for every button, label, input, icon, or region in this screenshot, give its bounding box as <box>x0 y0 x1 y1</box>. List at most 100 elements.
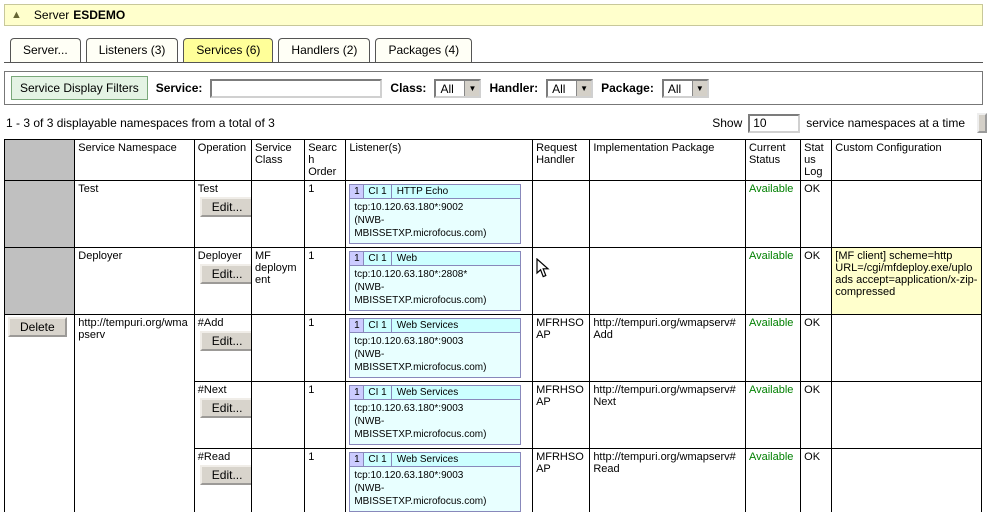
listener-host: (NWB-MBISSETXP.microfocus.com) <box>354 281 516 307</box>
class-filter-label: Class: <box>390 81 426 95</box>
tab-listeners[interactable]: Listeners (3) <box>86 38 179 62</box>
search-order-cell: 1 <box>305 248 346 315</box>
dropdown-arrow-icon: ▼ <box>464 81 479 96</box>
listener-address: tcp:10.120.63.180*:9003 <box>354 402 516 415</box>
current-status-cell: Available <box>745 181 800 248</box>
tab-services[interactable]: Services (6) <box>183 38 273 62</box>
listener-header: 1 CI 1 Web <box>350 252 520 266</box>
listener-name: Web Services <box>392 453 521 466</box>
listeners-cell: 1 CI 1 Web Services tcp:10.120.63.180*:9… <box>346 315 533 382</box>
listener-box: 1 CI 1 Web tcp:10.120.63.180*:2808* (NWB… <box>349 251 521 311</box>
handler-select[interactable]: All ▼ <box>546 79 593 98</box>
service-class-cell <box>251 449 304 512</box>
class-select[interactable]: All ▼ <box>434 79 481 98</box>
custom-config-cell <box>832 449 982 512</box>
current-status-cell: Available <box>745 382 800 449</box>
header-custom-configuration: Custom Configuration <box>832 140 982 181</box>
header-current-status: Current Status <box>745 140 800 181</box>
action-cell: Delete <box>5 315 75 512</box>
search-order-cell: 1 <box>305 449 346 512</box>
listener-conn: CI 1 <box>364 185 391 198</box>
custom-config-cell <box>832 382 982 449</box>
listener-number: 1 <box>350 453 364 466</box>
show-suffix-label: service namespaces at a time <box>806 116 965 130</box>
current-status-cell: Available <box>745 248 800 315</box>
handler-select-value: All <box>548 81 576 96</box>
status-log-cell: OK <box>801 382 832 449</box>
listener-detail: tcp:10.120.63.180*:9003 (NWB-MBISSETXP.m… <box>350 333 520 377</box>
service-filter-label: Service: <box>156 81 203 95</box>
listener-box: 1 CI 1 Web Services tcp:10.120.63.180*:9… <box>349 385 521 445</box>
current-status-cell: Available <box>745 449 800 512</box>
tab-packages[interactable]: Packages (4) <box>375 38 472 62</box>
listener-name: Web Services <box>392 386 521 399</box>
operation-label: #Read <box>198 451 248 463</box>
header-operation: Operation <box>194 140 251 181</box>
service-class-cell <box>251 181 304 248</box>
search-order-cell: 1 <box>305 315 346 382</box>
cut-off-button[interactable] <box>977 113 987 133</box>
listener-box: 1 CI 1 HTTP Echo tcp:10.120.63.180*:9002… <box>349 184 521 244</box>
listener-number: 1 <box>350 386 364 399</box>
service-filter-input[interactable] <box>210 79 382 98</box>
status-log-cell: OK <box>801 315 832 382</box>
request-handler-cell <box>533 248 590 315</box>
header-action <box>5 140 75 181</box>
listener-address: tcp:10.120.63.180*:9003 <box>354 469 516 482</box>
request-handler-cell <box>533 181 590 248</box>
listeners-cell: 1 CI 1 Web Services tcp:10.120.63.180*:9… <box>346 449 533 512</box>
class-select-value: All <box>436 81 464 96</box>
listeners-cell: 1 CI 1 Web Services tcp:10.120.63.180*:9… <box>346 382 533 449</box>
collapse-triangle-icon[interactable]: ▲ <box>11 10 22 21</box>
action-cell <box>5 248 75 315</box>
table-row-wmap-add: Delete http://tempuri.org/wmapserv #Add … <box>5 315 982 382</box>
tab-handlers[interactable]: Handlers (2) <box>278 38 370 62</box>
header-service-class: Service Class <box>251 140 304 181</box>
delete-button[interactable]: Delete <box>8 317 67 337</box>
edit-button[interactable]: Edit... <box>200 465 252 485</box>
listener-header: 1 CI 1 Web Services <box>350 319 520 333</box>
listener-name: Web <box>392 252 521 265</box>
services-table: Service Namespace Operation Service Clas… <box>4 139 982 512</box>
edit-button[interactable]: Edit... <box>200 264 252 284</box>
request-handler-cell: MFRHSOAP <box>533 315 590 382</box>
table-row-test: Test Test Edit... 1 1 CI 1 HTTP Echo <box>5 181 982 248</box>
listener-address: tcp:10.120.63.180*:2808* <box>354 268 516 281</box>
listener-header: 1 CI 1 HTTP Echo <box>350 185 520 199</box>
listener-name: Web Services <box>392 319 521 332</box>
show-controls: Show service namespaces at a time <box>712 113 981 133</box>
operation-label: Deployer <box>198 250 248 262</box>
listeners-cell: 1 CI 1 HTTP Echo tcp:10.120.63.180*:9002… <box>346 181 533 248</box>
implementation-cell <box>590 248 746 315</box>
header-service-namespace: Service Namespace <box>75 140 194 181</box>
listener-number: 1 <box>350 185 364 198</box>
listener-host: (NWB-MBISSETXP.microfocus.com) <box>354 482 516 508</box>
header-request-handler: Request Handler <box>533 140 590 181</box>
edit-button[interactable]: Edit... <box>200 398 252 418</box>
namespace-cell: Deployer <box>75 248 194 315</box>
namespace-cell: http://tempuri.org/wmapserv <box>75 315 194 512</box>
listener-host: (NWB-MBISSETXP.microfocus.com) <box>354 348 516 374</box>
show-count-input[interactable] <box>748 114 800 133</box>
request-handler-cell: MFRHSOAP <box>533 449 590 512</box>
operation-cell: #Next Edit... <box>194 382 251 449</box>
service-class-cell: MF deployment <box>251 248 304 315</box>
tab-server[interactable]: Server... <box>10 38 81 62</box>
status-log-cell: OK <box>801 248 832 315</box>
listener-conn: CI 1 <box>364 386 391 399</box>
listener-address: tcp:10.120.63.180*:9002 <box>354 201 516 214</box>
listener-detail: tcp:10.120.63.180*:9003 (NWB-MBISSETXP.m… <box>350 467 520 511</box>
edit-button[interactable]: Edit... <box>200 331 252 351</box>
handler-filter-label: Handler: <box>489 81 538 95</box>
listener-name: HTTP Echo <box>392 185 521 198</box>
listener-host: (NWB-MBISSETXP.microfocus.com) <box>354 214 516 240</box>
server-header-bar: ▲ ServerESDEMO <box>4 4 983 26</box>
package-select[interactable]: All ▼ <box>662 79 709 98</box>
search-order-cell: 1 <box>305 181 346 248</box>
namespace-cell: Test <box>75 181 194 248</box>
server-title: ServerESDEMO <box>34 8 125 22</box>
implementation-cell: http://tempuri.org/wmapserv#Next <box>590 382 746 449</box>
server-title-prefix: Server <box>34 8 69 22</box>
edit-button[interactable]: Edit... <box>200 197 252 217</box>
custom-config-cell <box>832 181 982 248</box>
